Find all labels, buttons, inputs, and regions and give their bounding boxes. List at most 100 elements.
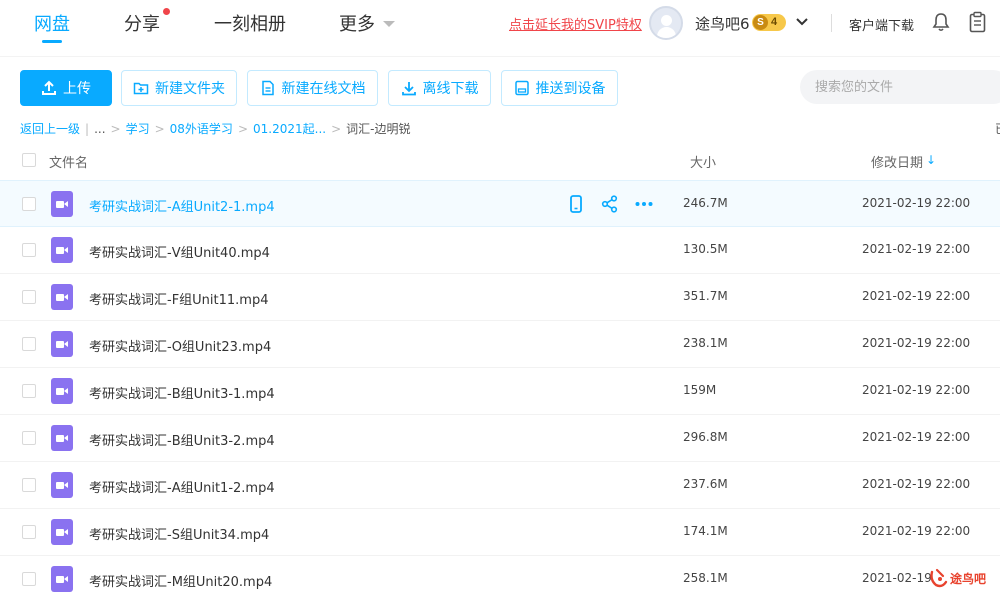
table-row[interactable]: 考研实战词汇-V组Unit40.mp4 130.5M 2021-02-19 22… [0, 227, 1000, 274]
table-row[interactable]: 考研实战词汇-M组Unit20.mp4 258.1M 2021-02-19 [0, 556, 1000, 593]
breadcrumb-current: 词汇-边明锐 [346, 122, 411, 136]
file-date: 2021-02-19 22:00 [862, 524, 971, 538]
user-menu-chevron-icon[interactable] [795, 11, 809, 33]
file-size: 351.7M [683, 289, 728, 303]
file-date: 2021-02-19 22:00 [862, 336, 971, 350]
row-checkbox[interactable] [22, 337, 36, 351]
file-name[interactable]: 考研实战词汇-B组Unit3-2.mp4 [89, 430, 275, 449]
new-online-doc-button[interactable]: 新建在线文档 [247, 70, 378, 106]
phone-icon[interactable] [566, 194, 586, 214]
active-tab-indicator [42, 40, 62, 43]
column-header-name[interactable]: 文件名 [49, 152, 88, 171]
breadcrumb-separator: > [331, 122, 342, 136]
upload-button[interactable]: 上传 [20, 70, 112, 106]
table-row[interactable]: 考研实战词汇-A组Unit1-2.mp4 237.6M 2021-02-19 2… [0, 462, 1000, 509]
file-name[interactable]: 考研实战词汇-O组Unit23.mp4 [89, 336, 271, 355]
video-file-icon [51, 566, 73, 592]
file-name[interactable]: 考研实战词汇-F组Unit11.mp4 [89, 289, 269, 308]
column-header-size[interactable]: 大小 [690, 152, 716, 171]
file-name[interactable]: 考研实战词汇-V组Unit40.mp4 [89, 242, 270, 261]
breadcrumb-separator: > [154, 122, 165, 136]
video-file-icon [51, 191, 73, 217]
upload-icon [42, 80, 56, 95]
breadcrumb-item-study[interactable]: 学习 [126, 122, 150, 136]
file-date: 2021-02-19 [862, 571, 932, 585]
file-date: 2021-02-19 22:00 [862, 242, 971, 256]
row-checkbox[interactable] [22, 572, 36, 586]
push-to-device-label: 推送到设备 [535, 81, 606, 97]
file-name[interactable]: 考研实战词汇-A组Unit2-1.mp4 [89, 196, 275, 215]
file-date: 2021-02-19 22:00 [862, 383, 971, 397]
svip-level-badge: S 4 [752, 14, 786, 31]
file-size: 130.5M [683, 242, 728, 256]
file-date: 2021-02-19 22:00 [862, 477, 971, 491]
device-icon [514, 80, 529, 96]
breadcrumb-back[interactable]: 返回上一级 [20, 122, 80, 136]
table-row[interactable]: 考研实战词汇-F组Unit11.mp4 351.7M 2021-02-19 22… [0, 274, 1000, 321]
table-row[interactable]: 考研实战词汇-B组Unit3-1.mp4 159M 2021-02-19 22:… [0, 368, 1000, 415]
toolbar-separator [0, 56, 1000, 57]
file-size: 246.7M [683, 196, 728, 210]
download-icon [401, 82, 416, 96]
table-row[interactable]: 考研实战词汇-A组Unit2-1.mp4 246.7M 2021-02-19 2… [0, 180, 1000, 227]
select-all-checkbox[interactable] [22, 153, 36, 167]
tab-more[interactable]: 更多 [339, 10, 375, 36]
video-file-icon [51, 331, 73, 357]
push-to-device-button[interactable]: 推送到设备 [501, 70, 618, 106]
file-size: 258.1M [683, 571, 728, 585]
share-icon[interactable] [600, 194, 620, 214]
client-download-link[interactable]: 客户端下载 [849, 15, 914, 34]
new-folder-button[interactable]: 新建文件夹 [121, 70, 237, 106]
video-file-icon [51, 472, 73, 498]
column-header-date[interactable]: 修改日期 [871, 152, 923, 171]
row-checkbox[interactable] [22, 478, 36, 492]
username[interactable]: 途鸟吧6 [695, 13, 750, 34]
row-checkbox[interactable] [22, 197, 36, 211]
sort-desc-icon[interactable]: ↓ [926, 153, 936, 167]
video-file-icon [51, 284, 73, 310]
row-checkbox[interactable] [22, 384, 36, 398]
offline-download-label: 离线下载 [422, 81, 479, 97]
file-name[interactable]: 考研实战词汇-S组Unit34.mp4 [89, 524, 269, 543]
row-checkbox[interactable] [22, 243, 36, 257]
table-row[interactable]: 考研实战词汇-S组Unit34.mp4 174.1M 2021-02-19 22… [0, 509, 1000, 556]
breadcrumb-separator: > [110, 122, 121, 136]
row-checkbox[interactable] [22, 431, 36, 445]
new-folder-icon [133, 82, 149, 95]
tab-netdisk[interactable]: 网盘 [34, 10, 70, 36]
breadcrumb-item-foreign-language[interactable]: 08外语学习 [170, 122, 233, 136]
table-row[interactable]: 考研实战词汇-O组Unit23.mp4 238.1M 2021-02-19 22… [0, 321, 1000, 368]
video-file-icon [51, 425, 73, 451]
avatar[interactable] [649, 6, 683, 40]
row-checkbox[interactable] [22, 525, 36, 539]
file-name[interactable]: 考研实战词汇-M组Unit20.mp4 [89, 571, 272, 590]
breadcrumb-ellipsis[interactable]: ... [94, 122, 105, 136]
file-date: 2021-02-19 22:00 [862, 289, 971, 303]
file-name[interactable]: 考研实战词汇-B组Unit3-1.mp4 [89, 383, 275, 402]
more-caret-icon[interactable] [383, 21, 395, 27]
search-input[interactable] [800, 70, 1000, 104]
row-checkbox[interactable] [22, 290, 36, 304]
file-size: 237.6M [683, 477, 728, 491]
video-file-icon [51, 237, 73, 263]
tab-album[interactable]: 一刻相册 [214, 10, 286, 36]
loaded-count-fragment: 已 [995, 120, 1000, 137]
breadcrumb-separator: | [85, 122, 90, 136]
site-watermark-logo: 途鸟吧 [930, 568, 986, 588]
upload-label: 上传 [63, 81, 91, 97]
breadcrumb-item-2021[interactable]: 01.2021起... [253, 122, 326, 136]
breadcrumb-separator: > [237, 122, 248, 136]
clipboard-icon[interactable] [969, 11, 986, 33]
file-name[interactable]: 考研实战词汇-A组Unit1-2.mp4 [89, 477, 275, 496]
file-date: 2021-02-19 22:00 [862, 196, 971, 210]
bell-icon[interactable] [932, 12, 950, 32]
svip-renew-link[interactable]: 点击延长我的SVIP特权 [509, 14, 642, 33]
document-icon [261, 80, 274, 96]
breadcrumb: 返回上一级 |... > 学习 >08外语学习 >01.2021起... > 词汇-边明锐 [20, 120, 410, 137]
more-options-icon[interactable] [634, 194, 654, 214]
notification-dot [163, 8, 170, 15]
tab-share[interactable]: 分享 [124, 10, 160, 36]
offline-download-button[interactable]: 离线下载 [388, 70, 491, 106]
table-row[interactable]: 考研实战词汇-B组Unit3-2.mp4 296.8M 2021-02-19 2… [0, 415, 1000, 462]
file-size: 174.1M [683, 524, 728, 538]
